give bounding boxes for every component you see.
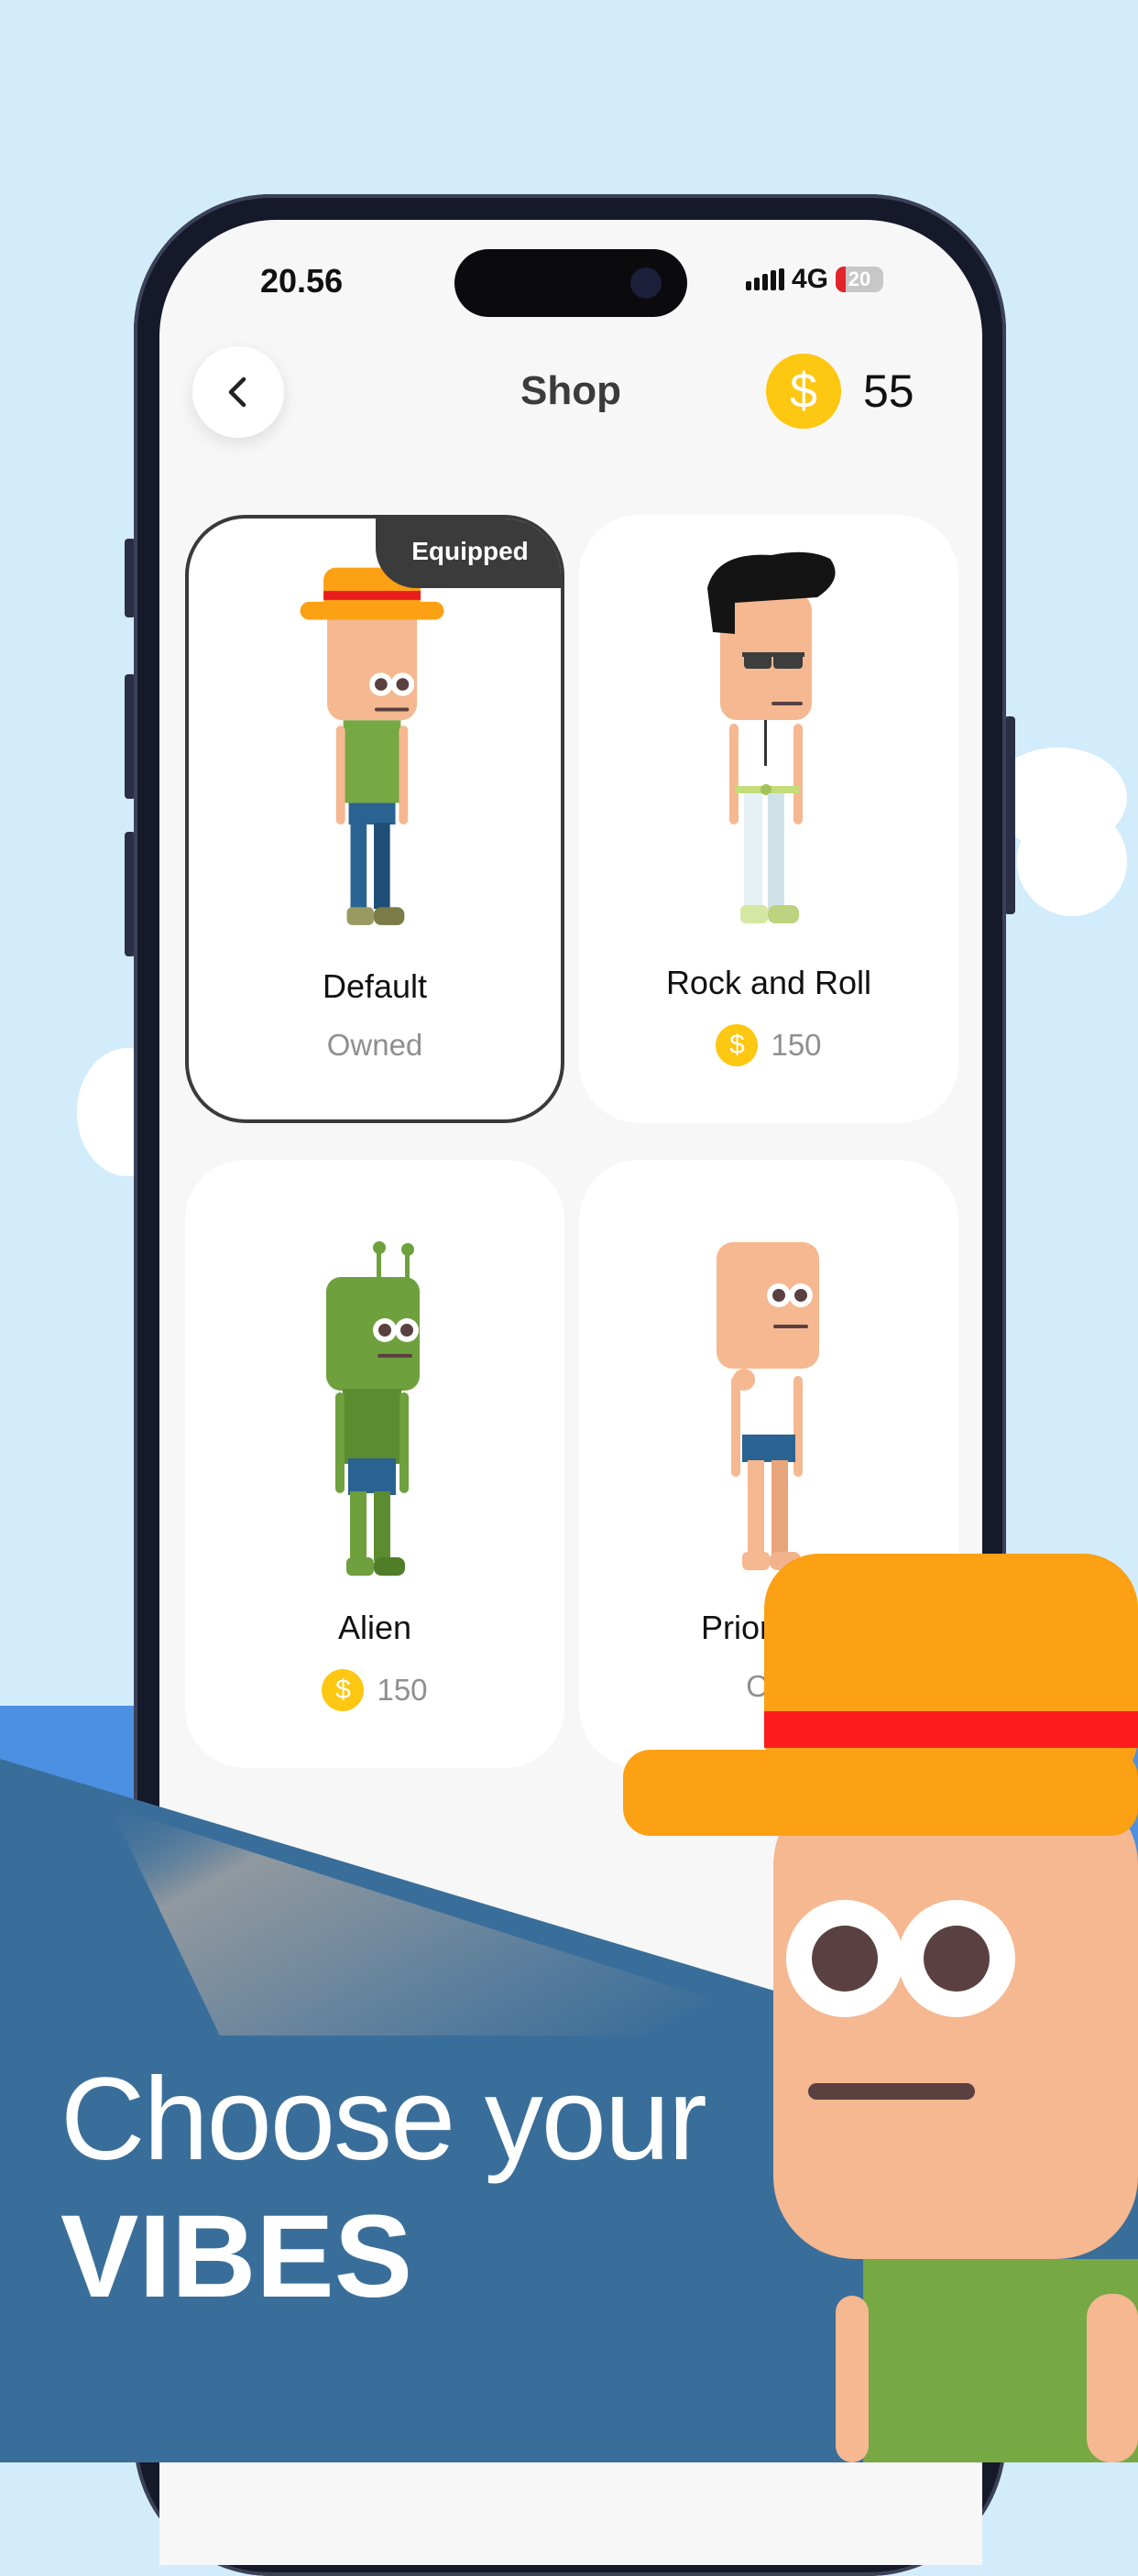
item-name: Alien — [337, 1609, 412, 1646]
character-alien-image — [326, 1241, 420, 1576]
dynamic-island — [454, 249, 687, 317]
status-indicators: 4G 20 — [746, 264, 884, 295]
dollar-coin-icon: $ — [716, 1024, 759, 1066]
character-rock-and-roll-image — [707, 551, 836, 923]
item-name: Default — [322, 967, 428, 1005]
mascot-character-image — [623, 1554, 1138, 2462]
signal-bars-icon — [746, 268, 784, 290]
shop-item-rock-and-roll[interactable]: Rock and Roll $ 150 — [579, 515, 958, 1123]
network-type: 4G — [792, 264, 829, 294]
equipped-badge: Equipped — [376, 518, 561, 588]
item-price: $ 150 — [579, 1024, 958, 1066]
cloud-right-2 — [1017, 806, 1127, 916]
price-value: 150 — [771, 1028, 822, 1062]
item-status: Owned — [189, 1028, 561, 1063]
dollar-coin-icon: $ — [766, 354, 841, 429]
battery-icon: 20 — [836, 267, 884, 292]
character-priority-image — [717, 1242, 819, 1570]
shop-item-alien[interactable]: Alien $ 150 — [185, 1160, 564, 1768]
item-name: Rock and Roll — [665, 964, 872, 1001]
promo-headline-line1: Choose your — [60, 2054, 707, 2185]
owned-label: Owned — [326, 1028, 423, 1062]
battery-level: 20 — [848, 267, 871, 290]
promo-headline-line2: VIBES — [60, 2191, 413, 2322]
status-time: 20.56 — [260, 262, 344, 300]
coin-balance: 55 — [863, 366, 914, 417]
page-title: Shop — [520, 368, 621, 413]
price-value: 150 — [377, 1673, 428, 1707]
shop-item-default[interactable]: Equipped Default Owned — [185, 515, 564, 1123]
